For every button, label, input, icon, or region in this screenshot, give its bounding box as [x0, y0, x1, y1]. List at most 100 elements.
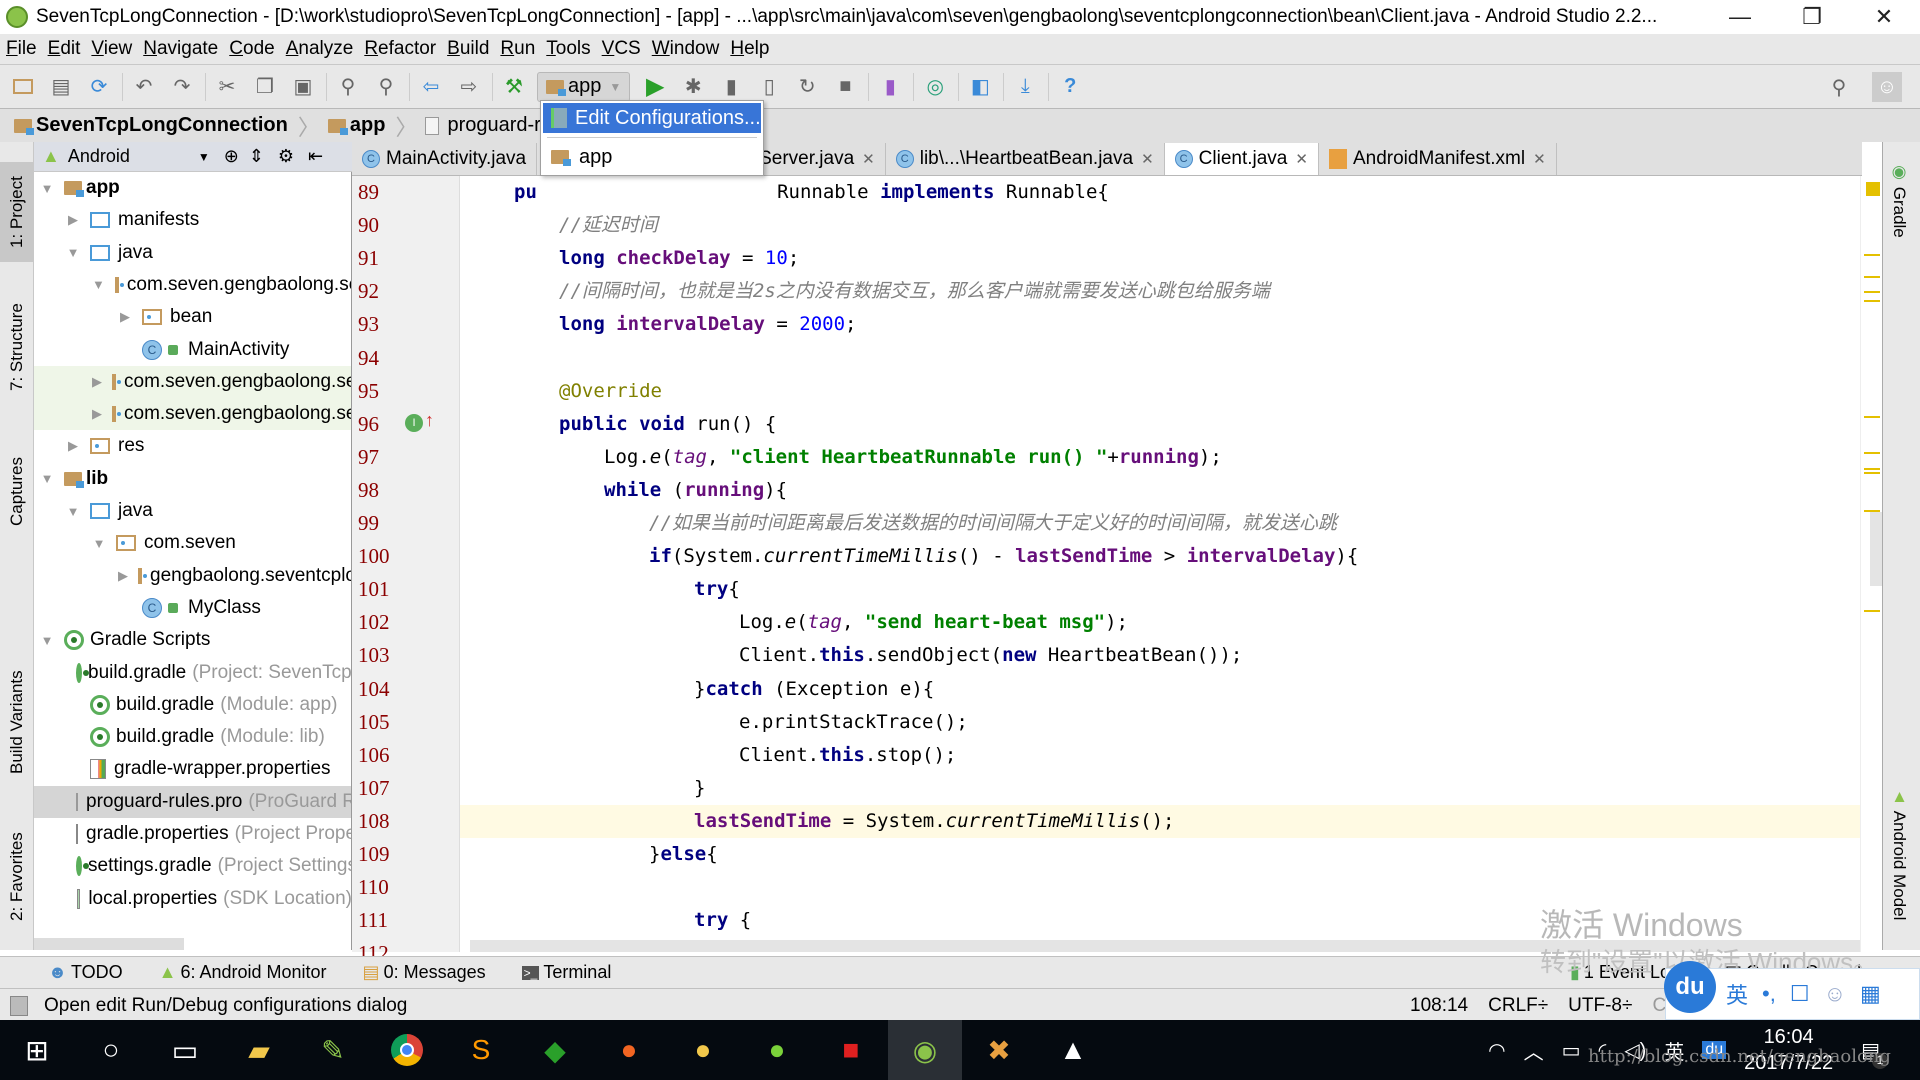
tree-item[interactable]: ▶ com.seven.gengbaolong.seventcplongconne… — [34, 365, 351, 398]
feather-icon[interactable]: ● — [592, 1020, 666, 1080]
editor-tab[interactable]: C Client.java ✕ — [1164, 143, 1319, 175]
ime-language-toggle[interactable]: 英 — [1726, 978, 1748, 1010]
editor-tab[interactable]: Clib\...\HeartbeatBean.java ✕ — [886, 143, 1165, 175]
tool-tab-build-variants[interactable]: Build Variants — [0, 652, 34, 792]
warning-mark[interactable] — [1864, 468, 1880, 470]
menu-vcs[interactable]: VCS — [602, 38, 641, 60]
tool-tab-android-model[interactable]: ▲ Android Model — [1889, 787, 1909, 920]
warning-mark[interactable] — [1864, 254, 1880, 256]
cut-icon[interactable]: ✂ — [212, 72, 242, 102]
copy-icon[interactable]: ❐ — [250, 72, 280, 102]
tool-todo[interactable]: ☻ TODO — [48, 962, 123, 983]
tool-android-monitor[interactable]: ▲ 6: Android Monitor — [159, 962, 327, 983]
tree-item[interactable]: local.properties (SDK Location) — [34, 883, 351, 915]
tool-tab-project[interactable]: 1: Project — [0, 162, 34, 262]
tree-item[interactable]: ▶ manifests — [34, 204, 351, 236]
tree-item[interactable]: ▼ com.seven — [34, 527, 351, 559]
ime-user-icon[interactable]: ☺ — [1824, 981, 1846, 1007]
menu-code[interactable]: Code — [229, 38, 274, 60]
tool-messages[interactable]: ▤ 0: Messages — [363, 962, 486, 983]
ime-punctuation-toggle[interactable]: •, — [1762, 981, 1776, 1007]
back-icon[interactable]: ⇦ — [416, 72, 446, 102]
implements-method-icon[interactable]: I — [405, 413, 423, 432]
tree-item[interactable]: ▼ com.seven.gengbaolong.seventcplongconne… — [34, 269, 351, 301]
avd-manager-icon[interactable]: ▮ — [875, 72, 905, 102]
minimize-button[interactable]: — — [1704, 0, 1776, 34]
tree-item[interactable]: proguard-rules.pro(ProGuard Rules) — [34, 785, 351, 818]
tree-item[interactable]: gradle-wrapper.properties — [34, 753, 351, 785]
tree-item[interactable]: C MyClass — [34, 592, 351, 624]
close-tab-icon[interactable]: ✕ — [1295, 150, 1308, 168]
menu-file[interactable]: File — [6, 38, 37, 60]
apply-changes-icon[interactable]: ↻ — [792, 72, 822, 102]
menu-tools[interactable]: Tools — [546, 38, 590, 60]
forward-icon[interactable]: ⇨ — [454, 72, 484, 102]
cortana-icon[interactable]: ○ — [74, 1020, 148, 1080]
paste-icon[interactable]: ▣ — [288, 72, 318, 102]
warning-mark[interactable] — [1864, 416, 1880, 418]
paint-icon[interactable]: ● — [666, 1020, 740, 1080]
project-structure-icon[interactable]: ◧ — [965, 72, 995, 102]
tree-item[interactable]: build.gradle (Module: lib) — [34, 721, 351, 753]
tree-item[interactable]: build.gradle(Project: SevenTcpLongConnec… — [34, 657, 351, 689]
menu-analyze[interactable]: Analyze — [286, 38, 354, 60]
warning-mark[interactable] — [1864, 300, 1880, 302]
tree-item[interactable]: ▼ lib — [34, 463, 351, 495]
task-view-icon[interactable]: ▭ — [148, 1020, 222, 1080]
warning-mark[interactable] — [1864, 291, 1880, 293]
tool-tab-favorites[interactable]: 2: Favorites — [0, 822, 34, 932]
hide-panel-icon[interactable]: ⇤ — [308, 146, 323, 167]
photos-icon[interactable]: ▲ — [1036, 1020, 1110, 1080]
save-icon[interactable]: ▤ — [46, 72, 76, 102]
app-config-item[interactable]: app — [543, 142, 761, 172]
ime-menu-icon[interactable]: ▦ — [1860, 981, 1881, 1007]
start-button[interactable]: ⊞ — [0, 1020, 74, 1080]
expand-arrow-icon[interactable]: ▼ — [40, 471, 54, 486]
tree-item[interactable]: ▶ res — [34, 430, 351, 462]
tree-item[interactable]: settings.gradle (Project Settings) — [34, 850, 351, 882]
project-tree-scrollbar[interactable] — [34, 938, 184, 950]
wechat-icon[interactable]: ● — [740, 1020, 814, 1080]
replace-icon[interactable]: ⚲ — [371, 72, 401, 102]
warning-mark[interactable] — [1864, 452, 1880, 454]
caret-position[interactable]: 108:14 — [1410, 995, 1468, 1017]
line-separator[interactable]: CRLF÷ — [1488, 995, 1548, 1017]
close-tab-icon[interactable]: ✕ — [1533, 150, 1546, 168]
sublime-text-icon[interactable]: S — [444, 1020, 518, 1080]
collapse-arrow-icon[interactable]: ▶ — [118, 309, 132, 325]
wifi-icon[interactable]: ◠ — [1488, 1038, 1505, 1063]
error-stripe[interactable] — [1860, 176, 1882, 952]
sdk-manager-icon[interactable]: ⤓ — [1010, 72, 1040, 102]
tool-tab-gradle[interactable]: ◉ Gradle — [1889, 162, 1909, 238]
collapse-arrow-icon[interactable]: ▶ — [66, 438, 80, 454]
undo-icon[interactable]: ↶ — [129, 72, 159, 102]
collapse-arrow-icon[interactable]: ▶ — [118, 568, 128, 584]
tree-item[interactable]: ▼ app — [34, 172, 351, 204]
attach-debugger-icon[interactable]: ▯ — [754, 72, 784, 102]
chrome-icon[interactable] — [370, 1020, 444, 1080]
tree-item[interactable]: build.gradle (Module: app) — [34, 689, 351, 721]
expand-arrow-icon[interactable]: ▼ — [66, 504, 80, 519]
expand-arrow-icon[interactable]: ▼ — [66, 245, 80, 260]
editor-scrollbar-thumb[interactable] — [1870, 512, 1882, 586]
chevron-down-icon[interactable]: ▼ — [198, 150, 210, 164]
collapse-all-icon[interactable]: ⇕ — [249, 146, 264, 167]
tool-tab-captures[interactable]: Captures — [0, 442, 34, 542]
breadcrumb-project[interactable]: SevenTcpLongConnection — [14, 114, 288, 137]
chevron-up-icon[interactable]: ︿ — [1524, 1036, 1544, 1065]
menu-view[interactable]: View — [91, 38, 132, 60]
redo-icon[interactable]: ↷ — [167, 72, 197, 102]
make-icon[interactable]: ⚒ — [499, 72, 529, 102]
tree-item[interactable]: ▼ java — [34, 495, 351, 527]
settings-gear-icon[interactable]: ⚙ — [278, 146, 294, 167]
tree-item[interactable]: ▼ java — [34, 237, 351, 269]
code-editor[interactable]: pu Runnable implements Runnable{//延迟时间 lo… — [460, 176, 1860, 952]
editor-tab[interactable]: AndroidManifest.xml ✕ — [1319, 143, 1557, 175]
restore-button[interactable]: ❐ — [1776, 0, 1848, 34]
search-everywhere-icon[interactable]: ⚲ — [1824, 72, 1854, 102]
netease-music-icon[interactable]: ■ — [814, 1020, 888, 1080]
baidu-ime-logo[interactable]: du — [1664, 961, 1716, 1013]
menu-navigate[interactable]: Navigate — [143, 38, 218, 60]
profile-icon[interactable]: ▮ — [716, 72, 746, 102]
run-configuration-selector[interactable]: app ▼ — [537, 71, 631, 102]
